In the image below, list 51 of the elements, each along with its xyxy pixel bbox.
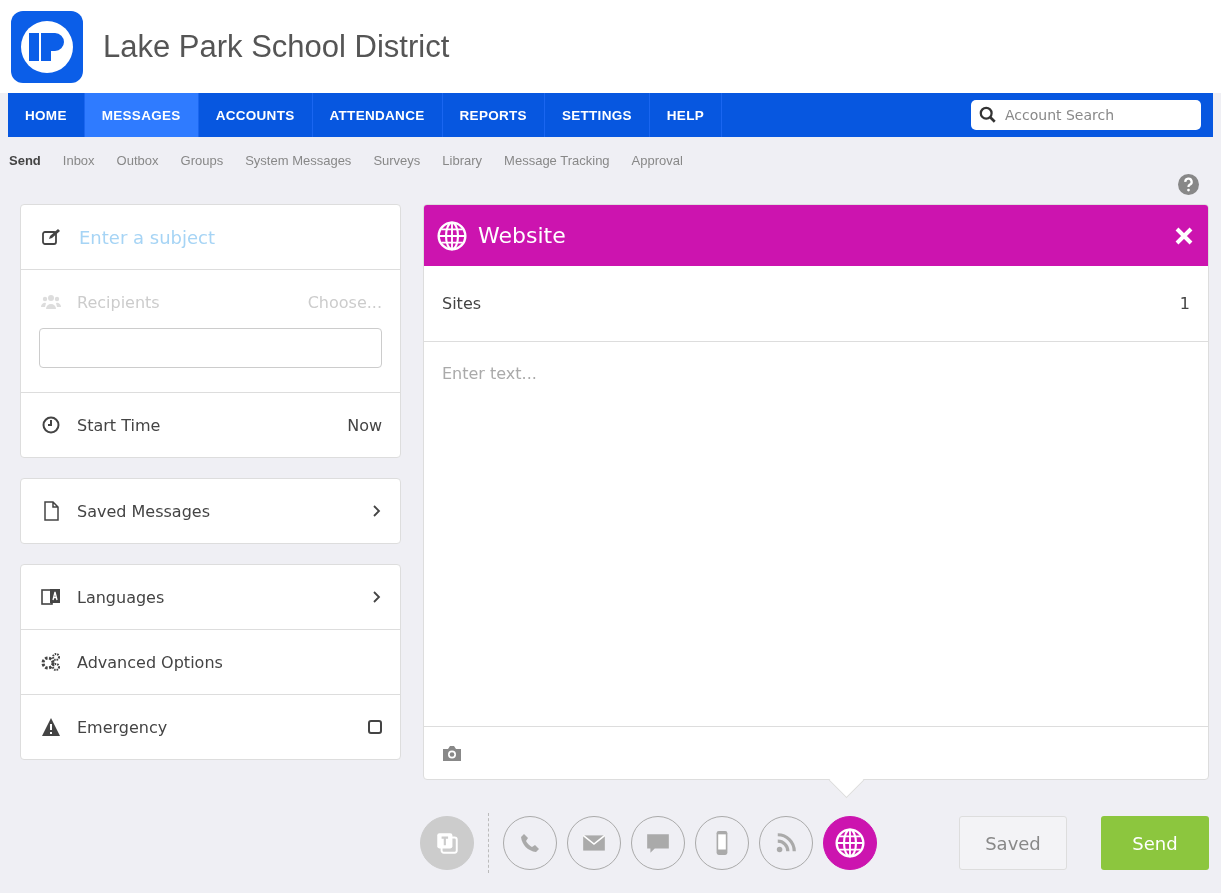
globe-icon bbox=[834, 827, 866, 859]
subnav-link[interactable]: Send bbox=[9, 153, 41, 168]
channel-button[interactable] bbox=[823, 816, 877, 870]
nav-tab[interactable]: HOME bbox=[8, 93, 85, 137]
mobile-phone-icon bbox=[714, 830, 730, 856]
subnav-link[interactable]: System Messages bbox=[245, 153, 352, 168]
recipients-field[interactable] bbox=[39, 328, 382, 368]
users-icon bbox=[41, 292, 61, 312]
subnav-link[interactable]: Library bbox=[442, 153, 483, 168]
warning-icon bbox=[41, 717, 61, 737]
clock-icon bbox=[41, 415, 61, 435]
saved-messages-label: Saved Messages bbox=[77, 501, 211, 521]
start-time-value[interactable]: Now bbox=[347, 415, 382, 435]
start-time-label: Start Time bbox=[77, 415, 162, 435]
nav-tab[interactable]: ATTENDANCE bbox=[312, 93, 443, 137]
account-search-field[interactable]: Account Search bbox=[971, 100, 1201, 130]
subnav-link[interactable]: Approval bbox=[631, 153, 683, 168]
nav-tab[interactable]: ACCOUNTS bbox=[198, 93, 313, 137]
option-label[interactable]: Advanced Options bbox=[77, 652, 382, 672]
close-icon[interactable] bbox=[1174, 225, 1194, 246]
saved-button[interactable]: Saved bbox=[959, 816, 1067, 870]
nav-tab[interactable]: REPORTS bbox=[442, 93, 545, 137]
sites-count: 1 bbox=[1179, 294, 1190, 313]
district-title: Lake Park School District bbox=[103, 28, 450, 65]
nav-tab[interactable]: HELP bbox=[649, 93, 723, 137]
edit-icon bbox=[41, 227, 61, 247]
globe-icon bbox=[436, 219, 468, 252]
subnav-link[interactable]: Groups bbox=[180, 153, 224, 168]
help-icon[interactable] bbox=[1178, 174, 1199, 195]
sites-label: Sites bbox=[442, 294, 483, 313]
logo-icon bbox=[11, 10, 83, 83]
chevron-right-icon bbox=[372, 590, 382, 604]
document-icon bbox=[41, 501, 61, 521]
chevron-right-icon bbox=[372, 504, 382, 518]
camera-icon[interactable] bbox=[442, 744, 462, 762]
rss-icon bbox=[775, 832, 797, 854]
nav-tab[interactable]: SETTINGS bbox=[544, 93, 650, 137]
search-icon bbox=[979, 106, 997, 124]
message-text-field[interactable]: Enter text... bbox=[424, 341, 1208, 727]
option-label[interactable]: Emergency bbox=[77, 717, 352, 737]
phone-icon bbox=[518, 831, 542, 855]
subnav-link[interactable]: Message Tracking bbox=[504, 153, 610, 168]
emergency-checkbox[interactable] bbox=[368, 720, 382, 734]
translate-icon bbox=[41, 587, 61, 607]
option-label[interactable]: Languages bbox=[77, 587, 356, 607]
subnav-link[interactable]: Outbox bbox=[116, 153, 159, 168]
saved-messages-card[interactable]: Saved Messages bbox=[20, 478, 401, 544]
panel-title: Website bbox=[478, 223, 567, 248]
subnav-link[interactable]: Surveys bbox=[373, 153, 421, 168]
nav-tab[interactable]: MESSAGES bbox=[84, 93, 199, 137]
subnav-link[interactable]: Inbox bbox=[62, 153, 95, 168]
